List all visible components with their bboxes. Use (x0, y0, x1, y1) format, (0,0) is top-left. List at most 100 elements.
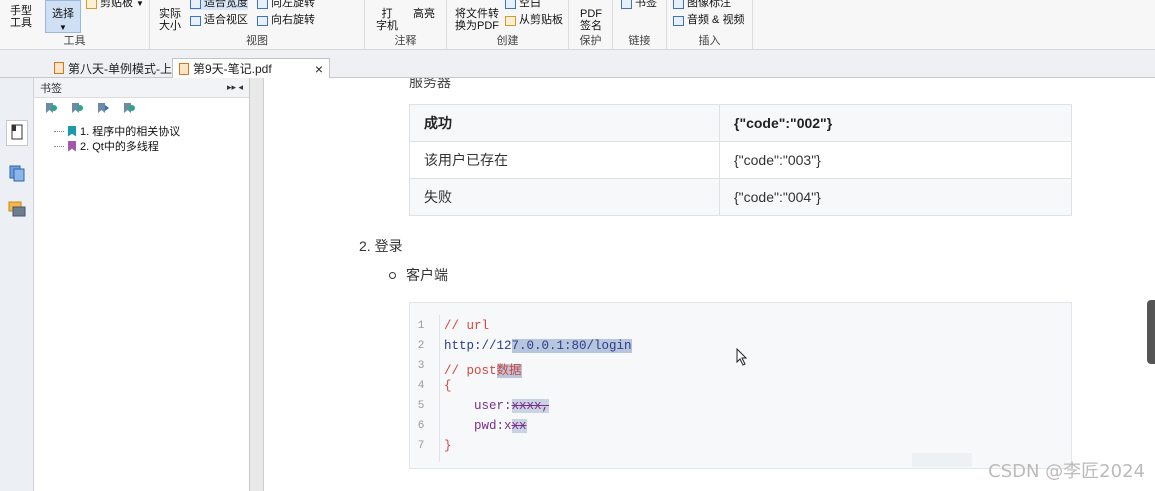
line-number: 1 (417, 320, 425, 332)
comment-icon (8, 201, 26, 217)
comments-panel-icon[interactable] (8, 200, 26, 218)
panel-splitter[interactable] (250, 78, 264, 491)
convert-to-pdf-button[interactable]: 将文件转 换为PDF (453, 8, 501, 32)
table-cell: {"code":"002"} (719, 104, 1072, 142)
bookmark-move-icon[interactable] (96, 102, 110, 114)
panel-collapse-icon[interactable]: ▸▸ ◂ (227, 82, 243, 93)
line-number: 3 (417, 360, 425, 372)
bookmark-expand-icon[interactable] (44, 102, 58, 114)
bookmark-add-icon[interactable] (70, 102, 84, 114)
fit-width-icon (190, 0, 201, 9)
tab-document-8[interactable]: 第八天-单例模式-上... (48, 58, 188, 78)
image-annotation-label: 图像标注 (687, 0, 731, 9)
code-selected-text: xxxx, (511, 399, 550, 413)
bookmark-icon (68, 125, 76, 137)
rotate-left-icon (257, 0, 268, 9)
audio-video-button[interactable]: 音频 & 视频 (673, 14, 744, 27)
response-code-table: 成功 {"code":"002"} 该用户已存在 {"code":"003"} … (409, 104, 1072, 216)
pdf-file-icon (54, 62, 64, 74)
rotate-left-label: 向左旋转 (271, 0, 315, 9)
select-tool-button[interactable]: 选择 (48, 8, 78, 20)
code-line: // url (444, 319, 490, 333)
subsection-client: 客户端 (389, 265, 448, 285)
scroll-handle[interactable] (1147, 300, 1155, 364)
table-cell: 失败 (409, 178, 720, 216)
bookmark-item-qt-threads[interactable]: 2. Qt中的多线程 (54, 138, 159, 154)
group-label-comment: 注释 (394, 35, 417, 47)
highlight-button[interactable]: 高亮 (411, 8, 437, 20)
from-clipboard-label: 从剪贴板 (519, 14, 563, 26)
tab-label: 第9天-笔记.pdf (193, 62, 272, 76)
clipboard-button[interactable]: 剪贴板 ▼ (86, 0, 144, 10)
bookmark-button[interactable]: 书签 (621, 0, 657, 10)
bookmark-label: 书签 (635, 0, 657, 9)
pdf-file-icon (179, 62, 189, 75)
bookmark-delete-icon[interactable] (122, 102, 136, 114)
bookmark-icon (621, 0, 632, 9)
close-icon[interactable]: × (315, 61, 323, 77)
tree-connector (54, 145, 64, 147)
clipboard-icon (505, 15, 516, 26)
line-number: 4 (417, 380, 425, 392)
tab-document-9[interactable]: 第9天-笔记.pdf × (172, 58, 330, 78)
code-selected-text: xx (511, 419, 527, 433)
rotate-left-button[interactable]: 向左旋转 (257, 0, 315, 10)
fit-width-label: 适合宽度 (204, 0, 248, 9)
bookmarks-panel-icon[interactable] (6, 120, 28, 146)
audio-video-label: 音频 & 视频 (687, 14, 745, 26)
table-cell: {"code":"004"} (719, 178, 1072, 216)
ribbon-group-tools: 手型 工具 选择 ▼ 剪贴板 ▼ 工具 (0, 0, 150, 50)
from-clipboard-button[interactable]: 从剪贴板 (505, 14, 563, 27)
side-navigation-strip (0, 78, 34, 491)
line-number: 6 (417, 420, 425, 432)
bullet-circle-icon (389, 271, 396, 279)
film-icon (673, 15, 684, 26)
group-label-view: 视图 (246, 35, 268, 47)
rotate-right-label: 向右旋转 (271, 14, 315, 26)
group-label-link: 链接 (628, 35, 651, 47)
ribbon-group-create: 将文件转 换为PDF 空白 从剪贴板 创建 (447, 0, 569, 50)
ribbon-group-comment: 打 字机 高亮 注释 (365, 0, 447, 50)
bookmark-tools (34, 98, 249, 116)
fit-view-button[interactable]: 适合视区 (190, 14, 248, 27)
typewriter-button[interactable]: 打 字机 (375, 8, 399, 32)
code-token: user: (444, 399, 512, 413)
bookmark-page-icon (11, 124, 23, 140)
code-selected-text: 7.0.0.1:80/login (511, 339, 632, 353)
fit-width-button[interactable]: 适合宽度 (190, 0, 248, 10)
pages-panel-icon[interactable] (8, 164, 26, 182)
ribbon-group-link: 书签 链接 (613, 0, 667, 50)
bookmark-label: 1. 程序中的相关协议 (80, 126, 181, 138)
blank-page-button[interactable]: 空白 (505, 0, 541, 10)
bookmarks-panel: 书签 ▸▸ ◂ 1. 程序中的相关协议 2. Qt中的多线程 (34, 78, 250, 491)
ribbon-toolbar: 手型 工具 选择 ▼ 剪贴板 ▼ 工具 实际 大小 适合宽度 适合视区 向左旋转… (0, 0, 1155, 50)
document-tab-bar: 第八天-单例模式-上... 第9天-笔记.pdf × (0, 50, 1155, 78)
section-heading-login: 2. 登录 (359, 238, 403, 254)
code-line: // post数据 (444, 359, 522, 378)
group-label-insert: 插入 (698, 35, 721, 47)
line-number: 2 (417, 340, 425, 352)
bookmark-item-protocols[interactable]: 1. 程序中的相关协议 (54, 123, 180, 139)
mouse-cursor-icon (736, 347, 748, 369)
code-line: { (444, 379, 452, 393)
rotate-right-button[interactable]: 向右旋转 (257, 14, 315, 27)
group-label-create: 创建 (496, 35, 519, 47)
table-row: 该用户已存在 {"code":"003"} (409, 141, 1072, 179)
pages-icon (9, 165, 25, 182)
actual-size-button[interactable]: 实际 大小 (156, 8, 184, 32)
document-view[interactable]: 服务器 成功 {"code":"002"} 该用户已存在 {"code":"00… (264, 78, 1155, 491)
pdf-sign-button[interactable]: PDF 签名 (577, 8, 605, 32)
table-cell: {"code":"003"} (719, 141, 1072, 179)
code-line: user:xxxx, (444, 399, 550, 413)
table-cell: 该用户已存在 (409, 141, 720, 179)
code-block: 1 2 3 4 5 6 7 // url http://127.0.0.1:80… (409, 302, 1072, 469)
line-number: 5 (417, 400, 425, 412)
image-icon (673, 0, 684, 9)
group-label-tools: 工具 (63, 35, 86, 47)
code-token: pwd:x (444, 419, 512, 433)
hand-tool-button[interactable]: 手型 工具 (6, 5, 36, 29)
image-annotation-button[interactable]: 图像标注 (673, 0, 731, 10)
chevron-down-icon: ▼ (136, 0, 144, 8)
code-line: } (444, 439, 452, 453)
subsection-label: 客户端 (406, 267, 448, 283)
